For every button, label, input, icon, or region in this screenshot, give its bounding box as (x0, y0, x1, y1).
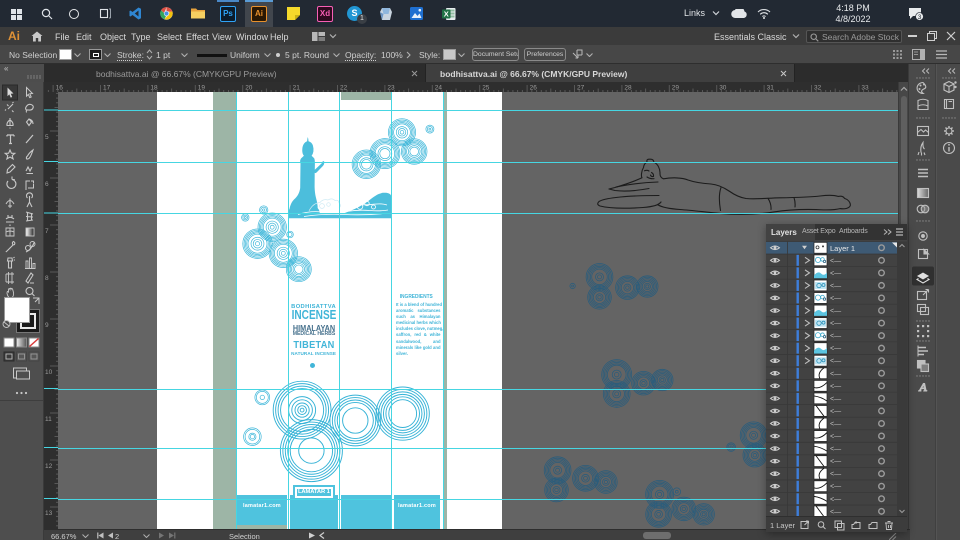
svg-text:<—: <— (830, 484, 841, 491)
svg-text:<—: <— (830, 408, 841, 415)
svg-text:20: 20 (245, 85, 253, 92)
svg-text:<—: <— (830, 333, 841, 340)
svg-text:17: 17 (103, 85, 111, 92)
svg-text:<—: <— (830, 396, 841, 403)
svg-text:<—: <— (830, 321, 841, 328)
svg-text:12: 12 (45, 463, 53, 470)
svg-text:<—: <— (830, 383, 841, 390)
svg-text:<—: <— (830, 258, 841, 265)
svg-text:13: 13 (45, 510, 53, 517)
svg-text:<—: <— (830, 295, 841, 302)
svg-text:<—: <— (830, 270, 841, 277)
svg-text:31: 31 (767, 85, 775, 92)
svg-text:<—: <— (830, 308, 841, 315)
svg-text:11: 11 (45, 416, 52, 423)
svg-text:30: 30 (719, 85, 727, 92)
svg-text:<—: <— (830, 346, 841, 353)
svg-text:25: 25 (482, 85, 490, 92)
svg-text:22: 22 (340, 85, 348, 92)
svg-text:<—: <— (830, 434, 841, 441)
svg-text:28: 28 (624, 85, 632, 92)
svg-text:29: 29 (672, 85, 680, 92)
svg-text:32: 32 (814, 85, 822, 92)
svg-text:18: 18 (150, 85, 158, 92)
svg-text:23: 23 (387, 85, 395, 92)
svg-text:<—: <— (830, 459, 841, 466)
svg-text:7: 7 (45, 228, 49, 235)
svg-text:6: 6 (45, 181, 49, 188)
svg-text:16: 16 (56, 85, 64, 92)
svg-text:19: 19 (198, 85, 206, 92)
svg-text:26: 26 (530, 85, 538, 92)
svg-text:<—: <— (830, 283, 841, 290)
svg-text:X: X (444, 9, 449, 18)
svg-text:33: 33 (861, 85, 869, 92)
svg-text:10: 10 (45, 369, 53, 376)
svg-text:<—: <— (830, 358, 841, 365)
svg-text:<—: <— (830, 509, 841, 516)
svg-text:27: 27 (577, 85, 585, 92)
svg-text:24: 24 (435, 85, 443, 92)
svg-text:8: 8 (45, 275, 49, 282)
svg-text:<—: <— (830, 496, 841, 503)
svg-text:<—: <— (830, 446, 841, 453)
svg-text:Layer 1: Layer 1 (830, 244, 855, 253)
svg-text:3: 3 (918, 14, 922, 21)
svg-text:<—: <— (830, 371, 841, 378)
svg-text:<—: <— (830, 471, 841, 478)
svg-text:9: 9 (45, 322, 49, 329)
svg-text:A: A (918, 380, 927, 394)
svg-text:<—: <— (830, 421, 841, 428)
svg-text:5: 5 (45, 134, 49, 141)
svg-text:21: 21 (293, 85, 301, 92)
